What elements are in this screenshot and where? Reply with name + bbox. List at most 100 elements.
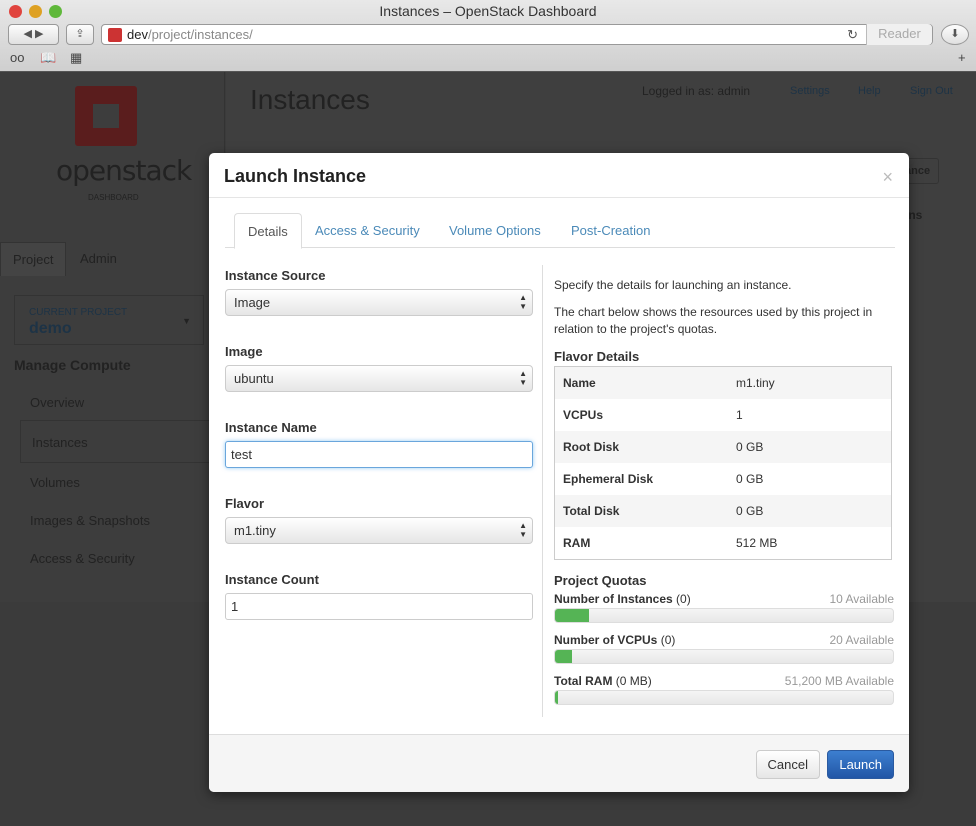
back-forward-button[interactable]: ◀ ▶ <box>8 24 59 45</box>
details-form: Instance Source Image ▲ ▼ Image ubuntu ▲ ▼ I… <box>225 268 533 648</box>
close-icon[interactable]: × <box>882 167 893 188</box>
modal-tabs: Details Access & Security Volume Options… <box>225 213 895 249</box>
quota-bar <box>554 608 894 623</box>
project-quotas-heading: Project Quotas <box>554 573 647 588</box>
quota-bar-fill <box>555 609 589 622</box>
tab-post-creation[interactable]: Post-Creation <box>558 213 663 248</box>
project-switcher[interactable]: CURRENT PROJECT demo ▼ <box>14 295 204 345</box>
sidebar-item-instances[interactable]: Instances <box>20 420 225 463</box>
quota-used: (0) <box>676 592 691 606</box>
settings-link[interactable]: Settings <box>790 85 830 97</box>
reading-list-icon[interactable]: oo <box>10 50 24 65</box>
flavor-details-heading: Flavor Details <box>554 349 640 364</box>
quota-available: 20 Available <box>829 633 895 647</box>
quota-row: Number of Instances (0) 10 Available <box>554 591 894 606</box>
select-arrows-icon: ▲ ▼ <box>519 521 527 539</box>
logged-in-text: Logged in as: admin <box>642 84 751 98</box>
reload-icon[interactable]: ↻ <box>847 25 858 44</box>
share-icon[interactable]: ⇪ <box>66 24 94 45</box>
tab-admin[interactable]: Admin <box>68 242 129 275</box>
sidebar: openstack DASHBOARD Project Admin CURREN… <box>0 72 225 602</box>
launch-button[interactable]: Launch <box>827 750 894 779</box>
tab-details[interactable]: Details <box>234 213 302 249</box>
image-select[interactable]: ubuntu ▲ ▼ <box>225 365 533 392</box>
instance-source-label: Instance Source <box>225 268 326 283</box>
current-project: demo <box>29 320 72 337</box>
sidebar-item-images[interactable]: Images & Snapshots <box>30 513 150 528</box>
flavor-value: 0 GB <box>736 440 764 454</box>
top-sites-icon[interactable]: ▦ <box>70 50 82 66</box>
favicon-icon <box>108 28 122 42</box>
instance-count-input[interactable]: 1 <box>225 593 533 620</box>
flavor-key: VCPUs <box>563 408 604 422</box>
sign-out-link[interactable]: Sign Out <box>910 85 953 97</box>
tab-project[interactable]: Project <box>0 242 67 276</box>
column-divider <box>542 265 543 717</box>
table-row: Root Disk 0 GB <box>555 431 891 463</box>
instance-count-label: Instance Count <box>225 572 319 587</box>
cancel-button[interactable]: Cancel <box>755 750 820 779</box>
select-arrows-icon: ▲ ▼ <box>519 369 527 387</box>
sidebar-item-volumes[interactable]: Volumes <box>30 475 80 490</box>
openstack-logo-icon <box>75 86 137 146</box>
quota-label: Number of Instances <box>554 592 673 606</box>
quota-label: Total RAM <box>554 674 613 688</box>
launch-instance-modal: Launch Instance × Details Access & Secur… <box>209 153 909 792</box>
flavor-select[interactable]: m1.tiny ▲ ▼ <box>225 517 533 544</box>
sidebar-item-access-security[interactable]: Access & Security <box>30 551 135 566</box>
chevron-down-icon: ▼ <box>182 316 191 326</box>
help-text-2: The chart below shows the resources used… <box>554 305 873 336</box>
quota-row: Total RAM (0 MB) 51,200 MB Available <box>554 673 894 688</box>
select-arrows-icon: ▲ ▼ <box>519 293 527 311</box>
address-bar[interactable]: dev/project/instances/ ↻ Reader <box>101 24 933 45</box>
new-tab-icon[interactable]: + <box>958 50 966 65</box>
flavor-value: 1 <box>736 408 743 422</box>
bookmarks-icon[interactable]: 📖 <box>40 50 56 66</box>
sidebar-item-overview[interactable]: Overview <box>30 395 84 410</box>
flavor-value: 512 MB <box>736 536 778 550</box>
tab-access-security[interactable]: Access & Security <box>302 213 433 248</box>
url-host: dev <box>127 27 148 42</box>
quota-bar-fill <box>555 650 572 663</box>
table-row: RAM 512 MB <box>555 527 891 559</box>
modal-footer: Cancel Launch <box>209 734 909 792</box>
instance-name-input[interactable]: test <box>225 441 533 468</box>
flavor-key: Total Disk <box>563 504 620 518</box>
quota-available: 51,200 MB Available <box>784 674 894 688</box>
quota-used: (0 MB) <box>615 674 652 688</box>
flavor-value: m1.tiny <box>736 376 775 390</box>
tab-volume-options[interactable]: Volume Options <box>436 213 554 248</box>
flavor-key: RAM <box>563 536 591 550</box>
instance-name-label: Instance Name <box>225 420 317 435</box>
quota-used: (0) <box>660 633 676 647</box>
brand: openstack <box>56 154 192 187</box>
table-row: Total Disk 0 GB <box>555 495 891 527</box>
flavor-value: 0 GB <box>736 504 764 518</box>
flavor-value: 0 GB <box>736 472 764 486</box>
current-project-label: CURRENT PROJECT <box>29 307 128 318</box>
help-link[interactable]: Help <box>858 85 881 97</box>
flavor-label: Flavor <box>225 496 265 511</box>
browser-chrome: Instances – OpenStack Dashboard ◀ ▶ ⇪ de… <box>0 0 976 72</box>
flavor-key: Ephemeral Disk <box>563 472 654 486</box>
flavor-key: Root Disk <box>563 440 620 454</box>
help-text-1: Specify the details for launching an ins… <box>554 278 792 292</box>
instance-source-select[interactable]: Image ▲ ▼ <box>225 289 533 316</box>
flavor-key: Name <box>563 376 596 390</box>
quota-bar <box>554 690 894 705</box>
quota-row: Number of VCPUs (0) 20 Available <box>554 632 894 647</box>
section-heading: Manage Compute <box>14 357 131 373</box>
project-quotas: Number of Instances (0) 10 Available Numbe… <box>554 591 894 705</box>
details-help: Specify the details for launching an ins… <box>554 277 894 714</box>
quota-bar-fill <box>555 691 559 704</box>
table-row: Ephemeral Disk 0 GB <box>555 463 891 495</box>
url-path: /project/instances/ <box>147 27 253 42</box>
downloads-icon[interactable]: ⬇ <box>941 24 969 45</box>
window-title: Instances – OpenStack Dashboard <box>379 3 597 19</box>
quota-bar <box>554 649 894 664</box>
page-title: Instances <box>250 84 370 115</box>
table-row: VCPUs 1 <box>555 399 891 431</box>
modal-title: Launch Instance <box>224 166 367 186</box>
reader-button[interactable]: Reader <box>866 24 932 45</box>
image-label: Image <box>225 344 263 359</box>
